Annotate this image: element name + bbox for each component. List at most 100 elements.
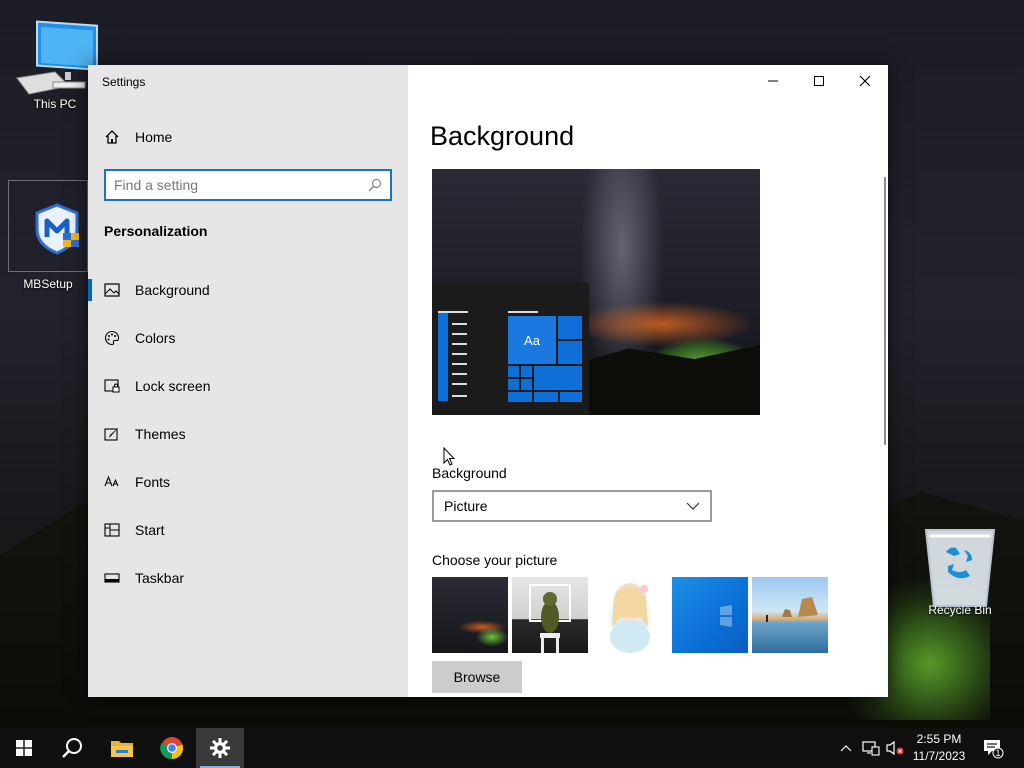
search-button[interactable] <box>48 728 96 768</box>
desktop-icon-label: This PC <box>33 97 77 111</box>
brush-icon <box>104 426 120 442</box>
sidebar-item-fonts[interactable]: Fonts <box>88 458 408 506</box>
home-nav-item[interactable]: Home <box>104 129 172 145</box>
windows-logo-art <box>720 605 732 627</box>
sidebar-item-label: Fonts <box>135 474 171 490</box>
home-label: Home <box>135 129 173 145</box>
picture-thumbnail[interactable] <box>672 577 748 653</box>
volume-tray-button[interactable] <box>884 728 906 768</box>
preview-line <box>508 311 538 313</box>
network-tray-button[interactable] <box>860 728 882 768</box>
volume-muted-icon <box>886 740 904 756</box>
desktop-icon-recycle-bin[interactable]: Recycle Bin <box>920 522 1000 617</box>
preview-line <box>452 323 467 325</box>
anime-thumbnail-art <box>610 583 650 653</box>
beach-thumbnail-art <box>766 597 818 622</box>
background-type-dropdown[interactable]: Picture <box>432 490 712 522</box>
preview-tile <box>508 379 519 390</box>
picture-thumbnails <box>432 577 828 653</box>
find-setting-search[interactable] <box>104 169 392 201</box>
clock-date: 11/7/2023 <box>912 749 966 763</box>
start-button[interactable] <box>0 728 48 768</box>
settings-window[interactable]: Settings Home Personalization Background <box>88 65 888 697</box>
network-icon <box>862 741 880 756</box>
preview-line <box>452 343 467 345</box>
preview-tile <box>558 316 582 339</box>
sidebar-item-label: Taskbar <box>135 570 185 586</box>
settings-sidebar: Settings Home Personalization Background <box>88 65 408 697</box>
preview-tile <box>521 379 532 390</box>
action-center-button[interactable]: 1 <box>978 728 1008 768</box>
desktop-icon-mbsetup[interactable]: MBSetup <box>8 180 88 291</box>
sidebar-item-label: Start <box>135 522 165 538</box>
page-title: Background <box>430 121 575 151</box>
settings-taskbar-button[interactable] <box>196 728 244 768</box>
browse-button[interactable]: Browse <box>432 661 522 693</box>
computer-icon <box>16 20 98 95</box>
mouse-cursor-icon <box>443 447 455 466</box>
dropdown-value: Picture <box>444 498 488 514</box>
content-scrollbar[interactable] <box>884 177 886 445</box>
sidebar-item-label: Colors <box>135 330 176 346</box>
gear-icon <box>210 738 230 758</box>
desktop-icon-this-pc[interactable]: This PC <box>15 16 98 111</box>
chrome-button[interactable] <box>148 728 196 768</box>
picture-thumbnail[interactable] <box>432 577 508 653</box>
preview-line <box>452 395 467 397</box>
start-icon <box>104 522 120 538</box>
preview-line <box>452 363 467 365</box>
window-title: Settings <box>102 75 146 89</box>
picture-thumbnail[interactable] <box>512 577 588 653</box>
preview-line <box>452 333 467 335</box>
malwarebytes-icon <box>35 203 79 255</box>
sidebar-item-background[interactable]: Background <box>88 266 408 314</box>
preview-tile <box>534 366 582 390</box>
chrome-icon <box>160 737 184 760</box>
sidebar-item-label: Background <box>135 282 210 298</box>
sidebar-item-taskbar[interactable]: Taskbar <box>88 554 408 602</box>
picture-thumbnail[interactable] <box>592 577 668 653</box>
personalization-nav: Background Colors Lock screen Themes Fon… <box>88 266 408 602</box>
windows-start-icon <box>16 740 32 756</box>
palette-icon <box>104 330 120 346</box>
taskbar-icon <box>104 570 120 586</box>
sidebar-item-themes[interactable]: Themes <box>88 410 408 458</box>
lock-screen-icon <box>104 378 120 394</box>
search-input[interactable] <box>114 177 368 193</box>
clock-time: 2:55 PM <box>916 732 962 746</box>
preview-tile <box>534 392 558 402</box>
sidebar-item-lock-screen[interactable]: Lock screen <box>88 362 408 410</box>
sidebar-item-start[interactable]: Start <box>88 506 408 554</box>
sidebar-item-colors[interactable]: Colors <box>88 314 408 362</box>
preview-tile <box>521 366 532 377</box>
background-type-label: Background <box>432 465 507 481</box>
desktop-icon-selection <box>8 180 88 272</box>
recycle-bin-icon <box>924 529 996 607</box>
preview-line <box>438 311 468 313</box>
folder-icon <box>111 741 133 757</box>
preview-tile <box>508 392 532 402</box>
preview-tiles: Aa <box>508 316 583 402</box>
desktop-icon-label: Recycle Bin <box>928 603 992 617</box>
file-explorer-button[interactable] <box>98 728 146 768</box>
show-hidden-icons-button[interactable] <box>836 728 856 768</box>
preview-line <box>452 353 467 355</box>
search-icon[interactable] <box>368 178 382 192</box>
choose-picture-label: Choose your picture <box>432 552 558 568</box>
clock[interactable]: 2:55 PM 11/7/2023 <box>906 731 972 765</box>
search-icon <box>62 738 82 758</box>
preview-line <box>452 373 467 375</box>
home-icon <box>105 130 119 144</box>
preview-tile <box>558 341 582 364</box>
picture-thumbnail[interactable] <box>752 577 828 653</box>
settings-content: Background Aa Background Picture Choose … <box>408 65 888 697</box>
preview-tile-aa: Aa <box>508 316 556 364</box>
preview-line <box>452 383 467 385</box>
notification-count-badge: 1 <box>995 748 1001 758</box>
picture-icon <box>104 282 120 298</box>
sidebar-item-label: Themes <box>135 426 186 442</box>
preview-rail <box>438 313 448 401</box>
figure-thumbnail-art <box>529 584 571 653</box>
preview-start-menu: Aa <box>432 283 589 415</box>
preview-tile <box>508 366 519 377</box>
